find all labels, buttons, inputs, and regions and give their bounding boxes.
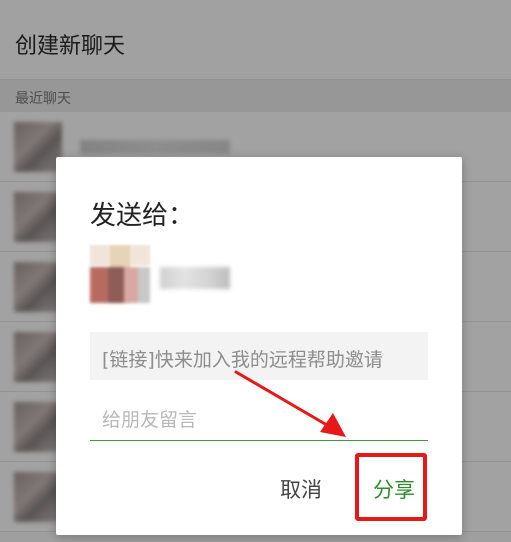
message-input[interactable] — [90, 399, 428, 441]
link-preview: [链接]快来加入我的远程帮助邀请 — [90, 332, 428, 380]
recipient-name-blurred — [160, 267, 230, 289]
recipient-avatar — [90, 245, 150, 303]
highlight-box — [355, 453, 427, 521]
dialog-title: 发送给： — [90, 201, 195, 231]
link-preview-text: [链接]快来加入我的远程帮助邀请 — [102, 349, 383, 371]
cancel-button[interactable]: 取消 — [276, 470, 326, 510]
share-dialog: 发送给： [链接]快来加入我的远程帮助邀请 取消 分享 — [56, 157, 462, 535]
